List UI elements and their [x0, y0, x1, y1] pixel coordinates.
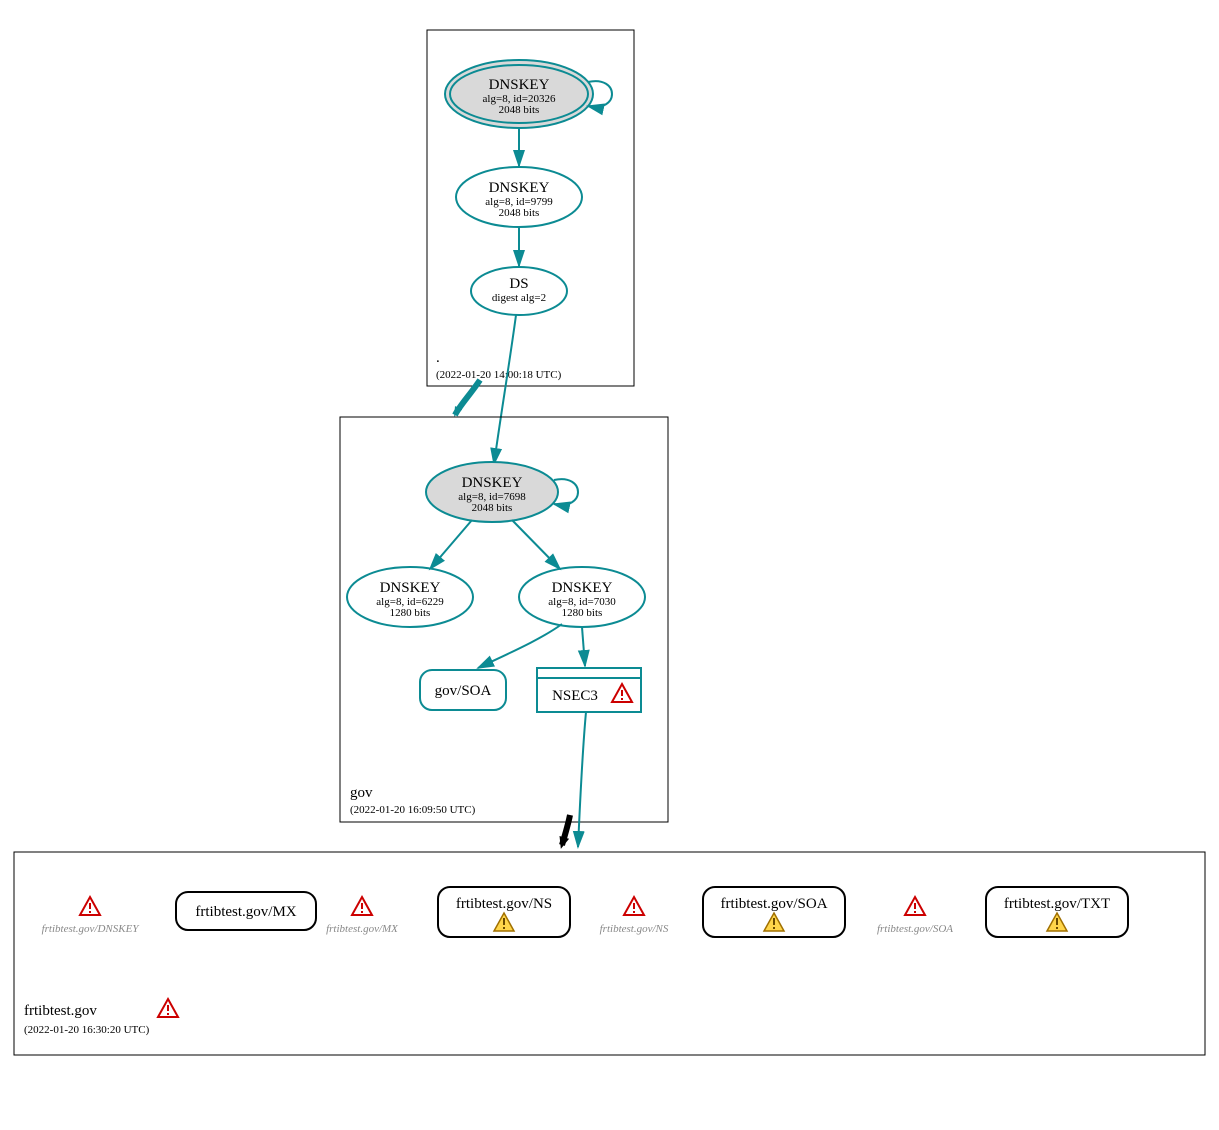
edge-ds-to-gov-ksk [494, 315, 516, 464]
error-icon [158, 999, 178, 1017]
node-gov-soa: gov/SOA [420, 670, 506, 710]
ghost-ns: frtibtest.gov/NS [600, 897, 669, 935]
gov-zsk2-line2: 1280 bits [562, 607, 603, 619]
zone-root-timestamp: (2022-01-20 14:00:18 UTC) [436, 369, 562, 381]
zone-gov-label: gov [350, 785, 373, 801]
error-icon [905, 897, 925, 915]
ghost-mx-label: frtibtest.gov/MX [326, 923, 399, 935]
root-zsk-line2: 2048 bits [499, 207, 540, 219]
ghost-soa-label: frtibtest.gov/SOA [877, 923, 953, 935]
txt-label: frtibtest.gov/TXT [1004, 896, 1110, 912]
gov-ksk-title: DNSKEY [462, 475, 523, 491]
root-ds-title: DS [509, 276, 528, 292]
ghost-soa: frtibtest.gov/SOA [877, 897, 953, 935]
ghost-ns-label: frtibtest.gov/NS [600, 923, 669, 935]
ghost-mx: frtibtest.gov/MX [326, 897, 399, 935]
node-root-ksk: DNSKEY alg=8, id=20326 2048 bits [445, 60, 593, 128]
root-ksk-title: DNSKEY [489, 77, 550, 93]
node-root-zsk: DNSKEY alg=8, id=9799 2048 bits [456, 167, 582, 227]
edge-nsec3-to-child [578, 712, 586, 847]
mx-label: frtibtest.gov/MX [195, 904, 296, 920]
zone-gov-timestamp: (2022-01-20 16:09:50 UTC) [350, 804, 476, 816]
node-frtibtest-soa: frtibtest.gov/SOA [703, 887, 845, 937]
node-gov-zsk2: DNSKEY alg=8, id=7030 1280 bits [519, 567, 645, 627]
gov-soa-title: gov/SOA [435, 683, 492, 699]
gov-ksk-line2: 2048 bits [472, 502, 513, 514]
node-gov-zsk1: DNSKEY alg=8, id=6229 1280 bits [347, 567, 473, 627]
node-frtibtest-ns: frtibtest.gov/NS [438, 887, 570, 937]
error-icon [624, 897, 644, 915]
gov-nsec3-title: NSEC3 [552, 688, 598, 704]
dnssec-diagram: . (2022-01-20 14:00:18 UTC) DNSKEY alg=8… [0, 0, 1219, 1130]
zone-frtibtest-timestamp: (2022-01-20 16:30:20 UTC) [24, 1024, 150, 1036]
soa-label: frtibtest.gov/SOA [720, 896, 827, 912]
node-frtibtest-mx: frtibtest.gov/MX [176, 892, 316, 930]
error-icon [352, 897, 372, 915]
edge-gov-to-child-deleg [562, 815, 570, 845]
edge-gov-ksk-zsk1 [430, 520, 472, 569]
gov-zsk1-title: DNSKEY [380, 580, 441, 596]
ns-label: frtibtest.gov/NS [456, 896, 552, 912]
node-root-ds: DS digest alg=2 [471, 267, 567, 315]
gov-zsk1-line2: 1280 bits [390, 607, 431, 619]
node-frtibtest-txt: frtibtest.gov/TXT [986, 887, 1128, 937]
node-gov-nsec3: NSEC3 [537, 668, 641, 712]
ghost-dnskey: frtibtest.gov/DNSKEY [42, 897, 141, 935]
edge-gov-zsk2-soa [478, 624, 562, 668]
root-ksk-line2: 2048 bits [499, 104, 540, 116]
ghost-dnskey-label: frtibtest.gov/DNSKEY [42, 923, 141, 935]
zone-root-label: . [436, 350, 440, 366]
zone-frtibtest-box [14, 852, 1205, 1055]
edge-root-to-gov-deleg [455, 380, 480, 415]
root-zsk-title: DNSKEY [489, 180, 550, 196]
zone-frtibtest-label: frtibtest.gov [24, 1003, 97, 1019]
gov-zsk2-title: DNSKEY [552, 580, 613, 596]
edge-gov-ksk-zsk2 [512, 520, 560, 569]
node-gov-ksk: DNSKEY alg=8, id=7698 2048 bits [426, 462, 558, 522]
edge-gov-zsk2-nsec3 [582, 627, 585, 666]
error-icon [80, 897, 100, 915]
root-ds-line1: digest alg=2 [492, 292, 546, 304]
